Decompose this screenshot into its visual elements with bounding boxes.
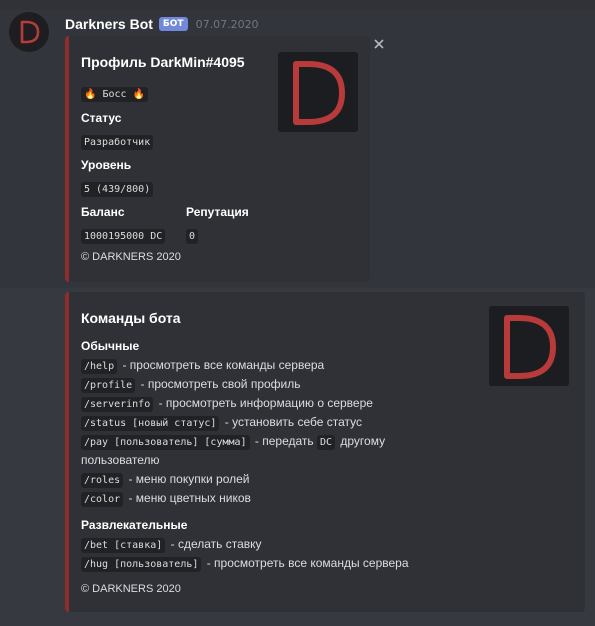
- embed-footer: © DARKNERS 2020: [81, 583, 181, 595]
- command-desc: - передать: [251, 434, 317, 448]
- embed-thumbnail[interactable]: [489, 306, 569, 386]
- level-value: 5 (439/800): [81, 182, 154, 197]
- command-code: /bet [ставка]: [81, 538, 166, 553]
- command-code: /status [новый статус]: [81, 416, 220, 431]
- darkners-logo-icon: [9, 12, 49, 52]
- message-header: Darkners Bot БОТ 07.07.2020: [65, 14, 259, 34]
- reputation-value: 0: [186, 229, 199, 244]
- command-line: /bet [ставка] - сделать ставку: [81, 537, 262, 553]
- command-code: /pay [пользователь] [сумма]: [81, 435, 250, 450]
- command-desc: - просмотреть все команды сервера: [119, 358, 325, 372]
- command-desc: - меню цветных ников: [125, 491, 251, 505]
- darkners-logo-icon: [278, 52, 358, 132]
- command-desc: - просмотреть все команды сервера: [203, 556, 409, 570]
- embed-title: Команды бота: [81, 310, 181, 326]
- command-code: /color: [81, 492, 124, 507]
- timestamp: 07.07.2020: [195, 17, 259, 31]
- rank-badge: 🔥 Босс 🔥: [81, 87, 149, 102]
- command-line: /help - просмотреть все команды сервера: [81, 358, 325, 374]
- status-label: Статус: [81, 111, 122, 125]
- embed-thumbnail[interactable]: [278, 52, 358, 132]
- command-line: /serverinfo - просмотреть информацию о с…: [81, 396, 373, 412]
- command-line: /hug [пользователь] - просмотреть все ко…: [81, 556, 409, 572]
- command-desc: пользователю: [81, 453, 160, 467]
- username[interactable]: Darkners Bot: [65, 16, 153, 32]
- command-desc: - просмотреть информацию о сервере: [155, 396, 373, 410]
- command-line: /status [новый статус] - установить себе…: [81, 415, 363, 431]
- command-desc: - установить себе статус: [221, 415, 363, 429]
- balance-label: Баланс: [81, 205, 125, 219]
- command-code: /roles: [81, 473, 124, 488]
- command-code: /help: [81, 359, 118, 374]
- currency-code: DC: [316, 435, 336, 450]
- command-line: /profile - просмотреть свой профиль: [81, 377, 301, 393]
- commands-embed: Команды бота Обычные /help - просмотреть…: [65, 292, 585, 612]
- command-line: /pay [пользователь] [сумма] - передать D…: [81, 434, 386, 450]
- reputation-label: Репутация: [186, 205, 249, 219]
- command-line: пользователю: [81, 453, 160, 467]
- section-fun: Развлекательные: [81, 518, 188, 532]
- top-strip: [0, 0, 595, 10]
- command-code: /profile: [81, 378, 136, 393]
- close-icon[interactable]: [372, 36, 386, 50]
- command-line: /roles - меню покупки ролей: [81, 472, 250, 488]
- embed-footer: © DARKNERS 2020: [81, 251, 181, 263]
- command-desc: - меню покупки ролей: [125, 472, 250, 486]
- section-regular: Обычные: [81, 339, 140, 353]
- profile-embed: Профиль DarkMin#4095 🔥 Босс 🔥 Статус Раз…: [65, 36, 370, 282]
- avatar[interactable]: [9, 12, 49, 52]
- command-desc: - просмотреть свой профиль: [137, 377, 301, 391]
- level-label: Уровень: [81, 158, 132, 172]
- darkners-logo-icon: [489, 306, 569, 386]
- command-desc: - сделать ставку: [167, 537, 262, 551]
- balance-value: 1000195000 DC: [81, 229, 166, 244]
- embed-title: Профиль DarkMin#4095: [81, 54, 245, 70]
- command-desc: другому: [337, 434, 386, 448]
- command-code: /hug [пользователь]: [81, 557, 202, 572]
- command-code: /serverinfo: [81, 397, 154, 412]
- command-line: /color - меню цветных ников: [81, 491, 251, 507]
- status-value: Разработчик: [81, 135, 154, 150]
- bot-badge: БОТ: [158, 17, 188, 31]
